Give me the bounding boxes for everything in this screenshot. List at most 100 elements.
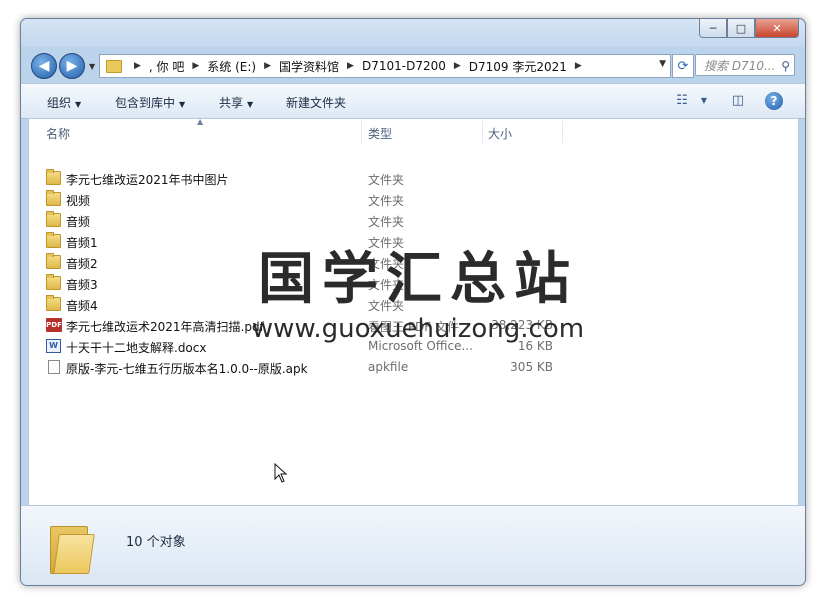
refresh-button[interactable]: ⟳ <box>672 54 694 78</box>
pdf-file-icon: PDF <box>46 318 62 332</box>
include-in-library-button[interactable]: 包含到库中 ▼ <box>115 94 185 111</box>
chevron-right-icon[interactable]: ▶ <box>347 61 354 71</box>
help-button[interactable]: ? <box>765 92 783 110</box>
column-divider[interactable] <box>361 121 362 143</box>
folder-icon <box>46 274 61 290</box>
folder-icon <box>46 253 61 269</box>
chevron-right-icon[interactable]: ▶ <box>264 61 271 71</box>
share-button[interactable]: 共享 ▼ <box>219 94 253 111</box>
address-dropdown[interactable]: ▼ <box>659 59 666 69</box>
column-header-size[interactable]: 大小 <box>488 125 512 142</box>
file-type: 文件夹 <box>368 299 405 313</box>
maximize-button[interactable]: □ <box>727 19 755 38</box>
share-label: 共享 <box>219 96 244 110</box>
back-button[interactable]: ◀ <box>31 53 57 79</box>
file-name: 音频3 <box>66 278 98 292</box>
file-type: Microsoft Office... <box>368 339 473 353</box>
organize-label: 组织 <box>47 96 72 110</box>
view-dropdown[interactable]: ▼ <box>695 92 713 108</box>
item-count: 10 个对象 <box>126 535 186 550</box>
file-type: 文件夹 <box>368 236 405 250</box>
search-icon: ⚲ <box>781 59 790 73</box>
breadcrumb-item[interactable]: 系统 (E:) <box>207 58 256 75</box>
recent-locations-dropdown[interactable]: ▼ <box>89 62 95 71</box>
file-row[interactable]: 音频1 文件夹 <box>29 231 798 252</box>
generic-file-icon <box>48 360 60 374</box>
column-header-name[interactable]: 名称 <box>46 125 70 142</box>
file-row[interactable]: 李元七维改运2021年书中图片 文件夹 <box>29 168 798 189</box>
new-folder-label: 新建文件夹 <box>286 96 347 110</box>
forward-button[interactable]: ▶ <box>59 53 85 79</box>
address-bar[interactable]: ▶ , 你 吧 ▶ 系统 (E:) ▶ 国学资料馆 ▶ D7101-D7200 ▶ D7109 … <box>99 54 671 78</box>
file-name: 原版-李元-七维五行历版本名1.0.0--原版.apk <box>66 362 308 376</box>
folder-icon <box>46 295 61 311</box>
chevron-right-icon[interactable]: ▶ <box>454 61 461 71</box>
close-button[interactable]: ✕ <box>755 19 799 38</box>
search-input[interactable]: 搜索 D710... ⚲ <box>695 54 795 76</box>
folder-icon <box>46 232 61 248</box>
file-row[interactable]: 原版-李元-七维五行历版本名1.0.0--原版.apk apkfile 305 … <box>29 357 798 378</box>
file-type: 文件夹 <box>368 278 405 292</box>
arrow-left-icon: ◀ <box>38 58 50 74</box>
file-type: apkfile <box>368 360 409 374</box>
chevron-down-icon: ▼ <box>89 62 96 71</box>
file-type: 看图王 PDF 文件 <box>368 320 460 334</box>
column-divider[interactable] <box>482 121 483 143</box>
file-row[interactable]: W 十天干十二地支解释.docx Microsoft Office... 16 … <box>29 336 798 357</box>
breadcrumb-item[interactable]: D7101-D7200 <box>362 59 446 73</box>
folder-icon <box>50 520 95 574</box>
view-options-button[interactable]: ☷ <box>673 92 691 108</box>
file-row[interactable]: PDF 李元七维改运术2021年高清扫描.pdf 看图王 PDF 文件 38,2… <box>29 315 798 336</box>
explorer-window: ─ □ ✕ ◀ ▶ ▼ ▶ , 你 吧 ▶ 系统 (E:) ▶ 国学资料馆 ▶ D7101-… <box>20 18 806 586</box>
view-list-icon: ☷ <box>676 92 688 108</box>
file-size: 38,223 KB <box>491 318 553 332</box>
file-name: 音频4 <box>66 299 98 313</box>
title-bar[interactable]: ─ □ ✕ <box>21 19 805 47</box>
details-pane: 10 个对象 <box>21 505 805 585</box>
folder-icon <box>46 211 61 227</box>
minimize-button[interactable]: ─ <box>699 19 727 38</box>
help-icon: ? <box>770 94 778 108</box>
search-placeholder: 搜索 D710... <box>704 59 776 73</box>
file-name: 李元七维改运2021年书中图片 <box>66 173 229 187</box>
file-name: 十天干十二地支解释.docx <box>66 341 207 355</box>
chevron-right-icon[interactable]: ▶ <box>134 61 141 71</box>
organize-button[interactable]: 组织 ▼ <box>47 94 81 111</box>
file-name: 视频 <box>66 194 91 208</box>
breadcrumb: , 你 吧 ▶ 系统 (E:) ▶ 国学资料馆 ▶ D7101-D7200 ▶ D7109 李元… <box>149 58 590 75</box>
file-name: 音频1 <box>66 236 98 250</box>
breadcrumb-item[interactable]: 国学资料馆 <box>279 58 339 75</box>
address-row: ◀ ▶ ▼ ▶ , 你 吧 ▶ 系统 (E:) ▶ 国学资料馆 ▶ D7101-D7200 ▶… <box>21 49 805 83</box>
file-size: 305 KB <box>510 360 553 374</box>
file-row[interactable]: 音频2 文件夹 <box>29 252 798 273</box>
file-row[interactable]: 音频4 文件夹 <box>29 294 798 315</box>
file-type: 文件夹 <box>368 173 405 187</box>
preview-pane-icon: ◫ <box>731 92 745 108</box>
chevron-down-icon: ▼ <box>75 100 82 109</box>
breadcrumb-item[interactable]: D7109 李元2021 <box>469 58 567 75</box>
chevron-right-icon[interactable]: ▶ <box>192 61 199 71</box>
folder-icon <box>46 169 61 185</box>
file-row[interactable]: 音频3 文件夹 <box>29 273 798 294</box>
chevron-right-icon[interactable]: ▶ <box>575 61 582 71</box>
file-size: 16 KB <box>517 339 553 353</box>
folder-icon <box>106 59 122 73</box>
file-row[interactable]: 音频 文件夹 <box>29 210 798 231</box>
new-folder-button[interactable]: 新建文件夹 <box>286 94 346 111</box>
file-type: 文件夹 <box>368 215 405 229</box>
preview-pane-button[interactable]: ◫ <box>729 92 747 108</box>
column-divider[interactable] <box>562 121 563 143</box>
file-name: 音频2 <box>66 257 98 271</box>
window-controls: ─ □ ✕ <box>699 19 799 39</box>
chevron-down-icon: ▼ <box>247 100 254 109</box>
file-name: 李元七维改运术2021年高清扫描.pdf <box>66 320 264 334</box>
breadcrumb-item[interactable]: , 你 吧 <box>149 58 184 75</box>
folder-icon <box>46 190 61 206</box>
file-row[interactable]: 视频 文件夹 <box>29 189 798 210</box>
include-in-library-label: 包含到库中 <box>115 96 176 110</box>
arrow-right-icon: ▶ <box>66 58 78 74</box>
column-headers: ▲ 名称 类型 大小 <box>29 117 798 144</box>
file-list: ▲ 名称 类型 大小 李元七维改运2021年书中图片 文件夹 视频 文件夹 音频… <box>28 117 799 506</box>
chevron-down-icon: ▼ <box>179 100 186 109</box>
column-header-type[interactable]: 类型 <box>368 125 392 142</box>
